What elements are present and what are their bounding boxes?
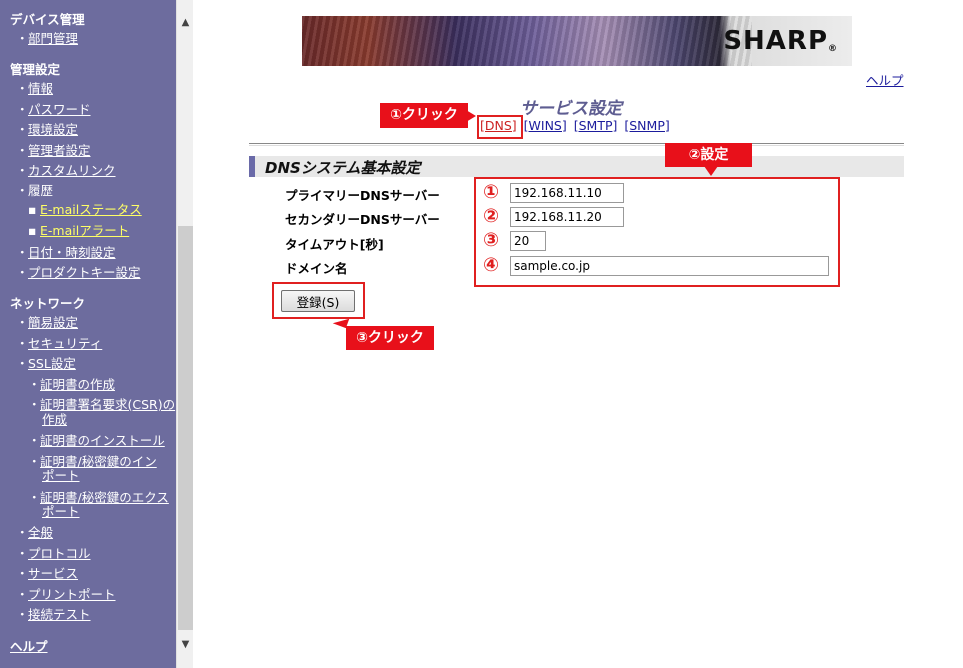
timeout-label: タイムアウト[秒] [285,237,384,252]
sidebar-item-email-status[interactable]: ▪ E-mailステータス [28,199,142,218]
sidebar-scrollbar[interactable]: ▲ ▼ [176,0,193,668]
sidebar-item-email-alert[interactable]: ▪ E-mailアラート [28,220,129,239]
registered-mark: ® [828,44,838,54]
callout-settings-2: ②設定 [665,143,752,167]
callout-click-3: ③クリック [346,326,434,350]
sidebar-item-cert-export-cont[interactable]: ポート [42,503,80,520]
sidebar-item-quick-setup[interactable]: ・簡易設定 [16,312,78,331]
sidebar-item-connection-test[interactable]: ・接続テスト [16,604,91,623]
sidebar-item-custom-link[interactable]: ・カスタムリンク [16,160,116,179]
sidebar-heading-admin-settings: 管理設定 [10,62,61,77]
sidebar-item-environment[interactable]: ・環境設定 [16,119,78,138]
domain-name-label: ドメイン名 [285,261,348,276]
sidebar-item-info[interactable]: ・情報 [16,78,53,97]
tab-smtp[interactable]: [SMTP] [574,118,618,133]
section-title: DNSシステム基本設定 [265,159,421,177]
callout-arrow-1 [466,110,476,122]
callout-click-1: ①クリック [380,103,468,128]
banner-decoration [302,16,752,66]
primary-dns-label: プライマリーDNSサーバー [285,188,440,203]
sidebar-item-service[interactable]: ・サービス [16,563,78,582]
tab-snmp[interactable]: [SNMP] [624,118,669,133]
section-header: DNSシステム基本設定 [249,156,904,177]
callout-arrow-2 [704,166,718,176]
sidebar-item-dept-mgmt[interactable]: ・部門管理 [16,28,78,47]
tab-wins[interactable]: [WINS] [524,118,567,133]
sidebar-item-security[interactable]: ・セキュリティ [16,333,102,352]
sidebar-heading-device-mgmt: デバイス管理 [10,12,85,27]
scroll-down-icon[interactable]: ▼ [177,636,194,653]
help-link[interactable]: ヘルプ [866,70,904,89]
sidebar-item-datetime[interactable]: ・日付・時刻設定 [16,242,116,261]
brand-logo: SHARP® [723,26,838,56]
sidebar-item-protocol[interactable]: ・プロトコル [16,543,91,562]
register-highlight [272,282,365,319]
sidebar-item-cert-create[interactable]: ・証明書の作成 [28,374,115,393]
sidebar-item-csr-cont[interactable]: 作成 [42,411,67,428]
scroll-thumb[interactable] [178,226,193,630]
settings-highlight [474,177,840,287]
brand-banner: SHARP® [302,16,852,66]
sidebar-item-admin[interactable]: ・管理者設定 [16,140,91,159]
divider [249,143,904,146]
sidebar: デバイス管理 ・部門管理 管理設定 ・情報 ・パスワード ・環境設定 ・管理者設… [0,0,176,668]
page-title: サービス設定 [520,99,622,119]
sidebar-item-general[interactable]: ・全般 [16,522,53,541]
sidebar-help-link[interactable]: ヘルプ [10,636,48,655]
sidebar-item-password[interactable]: ・パスワード [16,99,91,118]
sidebar-item-product-key[interactable]: ・プロダクトキー設定 [16,262,141,281]
secondary-dns-label: セカンダリーDNSサーバー [285,212,440,227]
dns-tab-highlight [477,115,523,139]
sidebar-item-cert-import-cont[interactable]: ポート [42,467,80,484]
sidebar-item-ssl[interactable]: ・SSL設定 [16,353,76,372]
sidebar-heading-network: ネットワーク [10,296,86,311]
sidebar-item-cert-install[interactable]: ・証明書のインストール [28,430,165,449]
sidebar-item-print-port[interactable]: ・プリントポート [16,584,116,603]
sidebar-item-history: ・履歴 [16,183,54,198]
scroll-up-icon[interactable]: ▲ [177,14,194,31]
